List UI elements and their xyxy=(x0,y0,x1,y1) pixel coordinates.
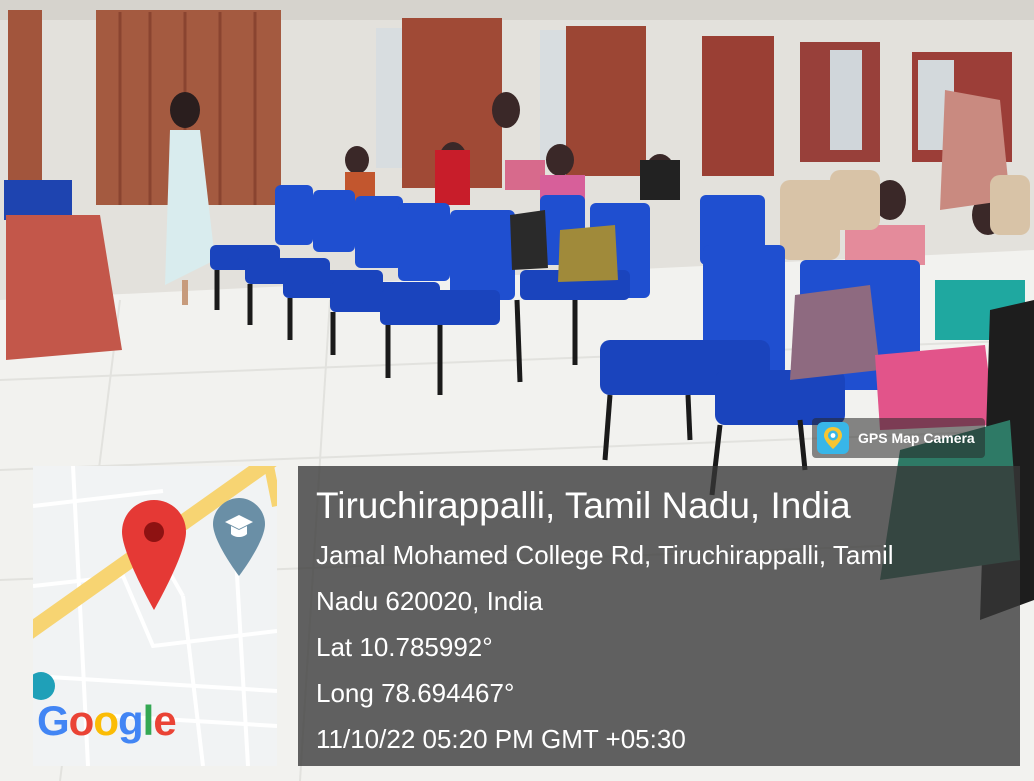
address-line-2: Nadu 620020, India xyxy=(316,586,543,616)
location-title: Tiruchirappalli, Tamil Nadu, India xyxy=(316,485,851,526)
location-stamp: Tiruchirappalli, Tamil Nadu, India Jamal… xyxy=(298,466,1020,766)
app-name: GPS Map Camera xyxy=(858,430,975,446)
google-logo: Google xyxy=(37,697,177,744)
gps-map-camera-badge: GPS Map Camera xyxy=(812,418,985,458)
geotagged-photo: GPS Map Camera Google Tiruchirappalli, T… xyxy=(0,0,1034,781)
datetime: 11/10/22 05:20 PM GMT +05:30 xyxy=(316,724,686,754)
map-thumbnail: Google xyxy=(33,466,277,766)
latitude: Lat 10.785992° xyxy=(316,632,493,662)
address-line-1: Jamal Mohamed College Rd, Tiruchirappall… xyxy=(316,540,894,570)
longitude: Long 78.694467° xyxy=(316,678,515,708)
gps-map-camera-logo-icon xyxy=(817,422,849,454)
